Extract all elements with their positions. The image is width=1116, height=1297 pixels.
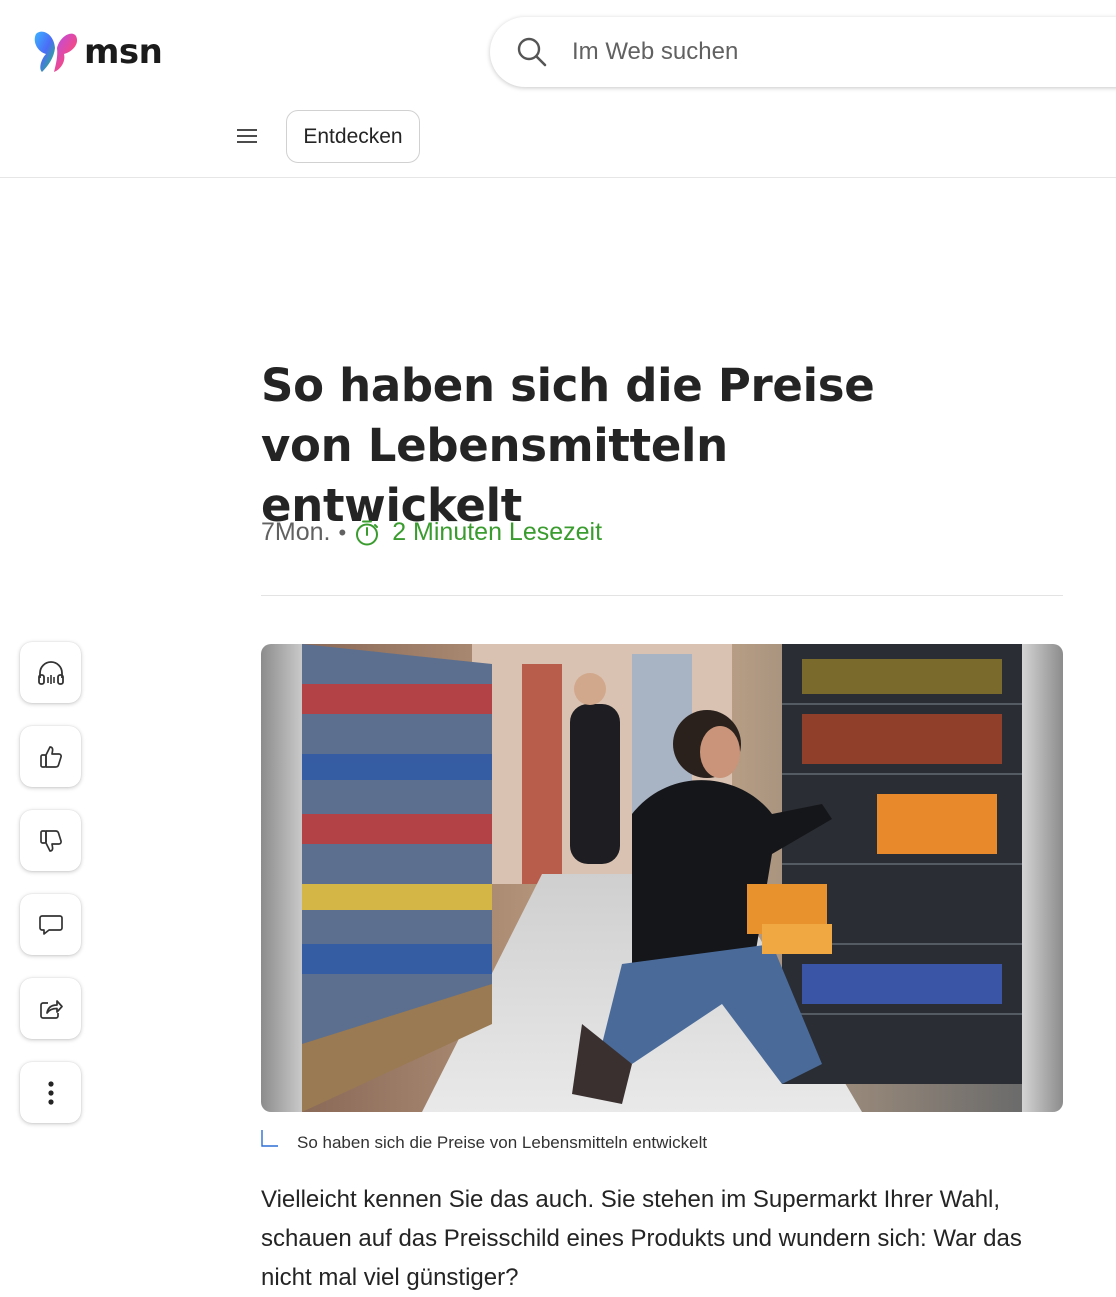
thumbs-up-icon (39, 745, 62, 768)
reading-time-label: 2 Minuten Lesezeit (392, 518, 603, 546)
like-button[interactable] (20, 726, 81, 787)
more-options-button[interactable] (20, 1062, 81, 1123)
search-icon (517, 37, 547, 67)
search-bar[interactable] (490, 17, 1116, 87)
image-caption: So haben sich die Preise von Lebensmitte… (261, 1130, 707, 1153)
caption-text: So haben sich die Preise von Lebensmitte… (297, 1133, 708, 1152)
share-button[interactable] (20, 978, 81, 1039)
stopwatch-icon (356, 520, 379, 545)
brand-name: msn (84, 32, 163, 72)
article-meta: 7Mon. • 2 Minuten Lesezeit (261, 518, 602, 547)
headphones-icon (37, 660, 64, 685)
article-intro: Vielleicht kennen Sie das auch. Sie steh… (261, 1186, 1022, 1291)
msn-logo[interactable]: msn (32, 28, 163, 76)
discover-button[interactable]: Entdecken (286, 110, 420, 163)
divider (261, 595, 1063, 596)
butterfly-logo-icon (34, 31, 78, 72)
dislike-button[interactable] (20, 810, 81, 871)
thumbs-down-icon (39, 829, 62, 852)
more-vertical-icon (47, 1080, 54, 1105)
article-age: 7Mon. (261, 518, 331, 546)
share-icon (39, 999, 63, 1019)
comment-icon (38, 914, 63, 935)
search-input[interactable] (572, 33, 972, 71)
meta-separator: • (338, 519, 347, 545)
caption-corner-icon (261, 1130, 278, 1147)
side-action-rail (20, 642, 81, 1146)
listen-button[interactable] (20, 642, 81, 703)
reading-time: 2 Minuten Lesezeit (354, 518, 602, 547)
article-title: So haben sich die Preise von Lebensmitte… (261, 359, 875, 532)
top-bar: msn Entdecken (0, 0, 1116, 178)
supermarket-photo (302, 644, 1022, 1112)
hamburger-icon[interactable] (234, 125, 260, 147)
article-image-frame[interactable] (261, 644, 1063, 1112)
comment-button[interactable] (20, 894, 81, 955)
